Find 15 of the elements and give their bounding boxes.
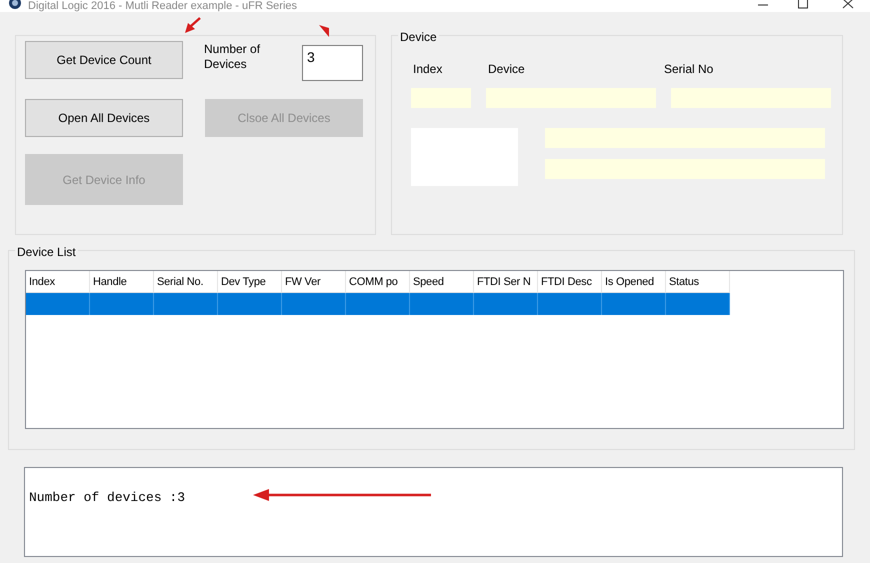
maximize-icon[interactable] <box>797 0 809 9</box>
field-label: Device <box>488 61 526 78</box>
button-open-all[interactable]: Open All Devices <box>25 99 183 137</box>
annotation-arrow <box>318 24 332 38</box>
close-icon[interactable] <box>842 0 854 9</box>
count-label: Number of Devices <box>204 42 262 72</box>
annotation-arrow <box>184 17 202 34</box>
app-icon <box>8 0 22 10</box>
button-get-count[interactable]: Get Device Count <box>25 41 183 79</box>
log-text: Number of devices :3 <box>29 490 186 505</box>
field-label: Index <box>413 61 444 78</box>
count-field[interactable]: 3 <box>302 45 363 81</box>
window-title: Digital Logic 2016 - Mutli Reader example - uFR Series <box>28 1 298 12</box>
field-label: Serial No <box>664 61 714 78</box>
table-row[interactable] <box>26 293 730 315</box>
